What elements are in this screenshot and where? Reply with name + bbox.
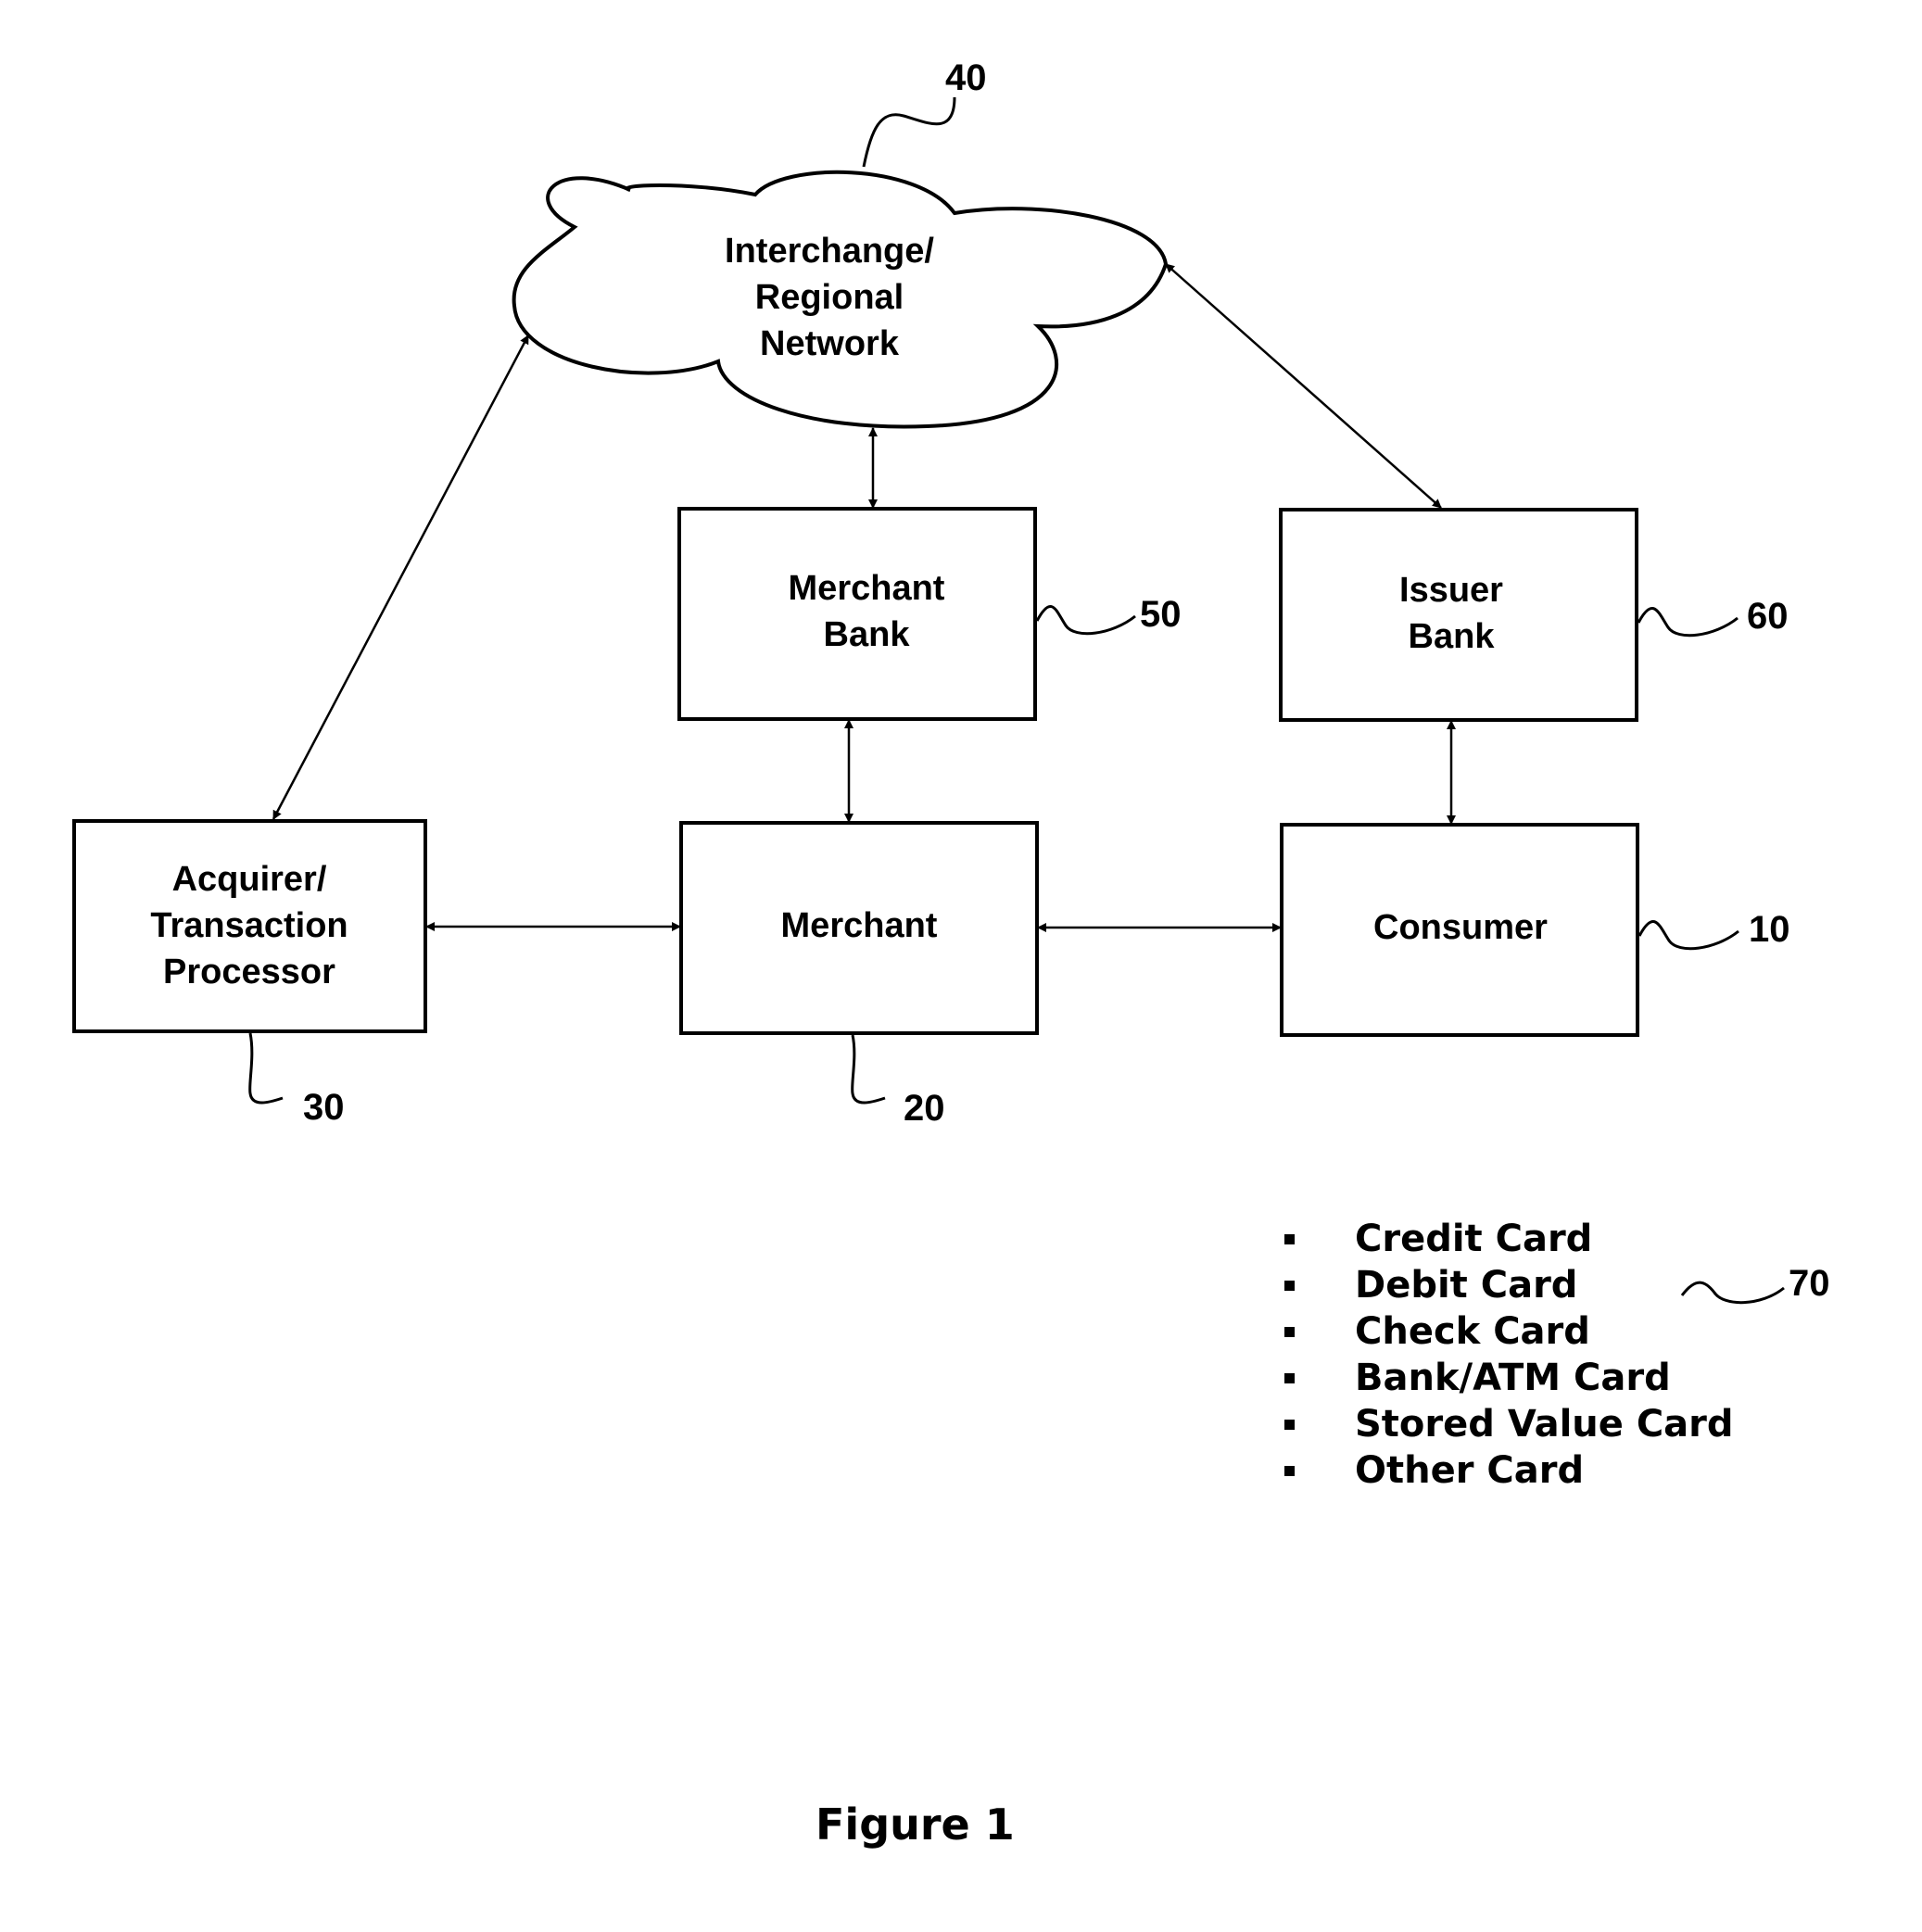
consumer-ref-number: 10 <box>1749 909 1790 950</box>
network-label-line-1: Interchange/ <box>725 232 934 271</box>
issuer-bank-label-line-2: Bank <box>1409 617 1496 656</box>
card-type-item: Bank/ATM Card <box>1281 1355 1734 1401</box>
card-type-label: Debit Card <box>1355 1264 1578 1307</box>
edge-network-issuer-bank <box>1165 263 1442 509</box>
acquirer-ref-leader <box>248 1032 284 1105</box>
network-label-line-2: Regional <box>755 278 904 317</box>
bullet-icon <box>1284 1327 1295 1337</box>
card-type-label: Check Card <box>1355 1310 1590 1353</box>
merchant-bank-label-line-1: Merchant <box>789 569 945 608</box>
card-type-item: Check Card <box>1281 1308 1734 1355</box>
card-type-label: Bank/ATM Card <box>1355 1357 1671 1399</box>
merchant-ref-leader <box>851 1034 886 1105</box>
merchant-bank-label-line-2: Bank <box>824 615 911 654</box>
network-label-line-3: Network <box>760 324 900 363</box>
card-type-item: Stored Value Card <box>1281 1401 1734 1447</box>
bullet-icon <box>1284 1373 1295 1383</box>
merchant-bank-ref-number: 50 <box>1140 594 1182 635</box>
figure-caption: Figure 1 <box>816 1799 1015 1850</box>
card-list-ref-number: 70 <box>1789 1263 1830 1304</box>
card-type-label: Credit Card <box>1355 1218 1593 1260</box>
acquirer-label-line-2: Transaction <box>150 906 348 945</box>
acquirer-label-line-3: Processor <box>163 953 335 991</box>
network-ref-number: 40 <box>945 57 987 98</box>
card-type-label: Other Card <box>1355 1449 1585 1492</box>
acquirer-label-line-1: Acquirer/ <box>172 860 327 899</box>
bullet-icon <box>1284 1466 1295 1476</box>
bullet-icon <box>1284 1234 1295 1244</box>
card-type-list: Credit Card Debit Card Check Card Bank/A… <box>1281 1216 1734 1494</box>
issuer-bank-label-line-1: Issuer <box>1399 571 1503 610</box>
merchant-bank-ref-leader <box>1035 605 1136 636</box>
issuer-bank-ref-number: 60 <box>1747 596 1789 637</box>
acquirer-ref-number: 30 <box>303 1087 345 1128</box>
payment-network-diagram: Interchange/ Regional Network 40 Merchan… <box>72 57 1830 1305</box>
bullet-icon <box>1284 1420 1295 1430</box>
merchant-label: Merchant <box>781 906 938 945</box>
card-type-item: Debit Card <box>1281 1262 1734 1308</box>
issuer-bank-ref-leader <box>1637 607 1739 638</box>
card-type-item: Other Card <box>1281 1447 1734 1494</box>
network-ref-leader <box>862 96 956 168</box>
card-type-item: Credit Card <box>1281 1216 1734 1262</box>
card-type-label: Stored Value Card <box>1355 1403 1734 1446</box>
edge-network-acquirer <box>272 335 530 820</box>
consumer-label: Consumer <box>1373 908 1548 947</box>
merchant-bank-box <box>677 507 1037 721</box>
merchant-ref-number: 20 <box>904 1088 945 1129</box>
issuer-bank-box <box>1279 508 1638 722</box>
bullet-icon <box>1284 1281 1295 1291</box>
consumer-ref-leader <box>1637 920 1739 951</box>
